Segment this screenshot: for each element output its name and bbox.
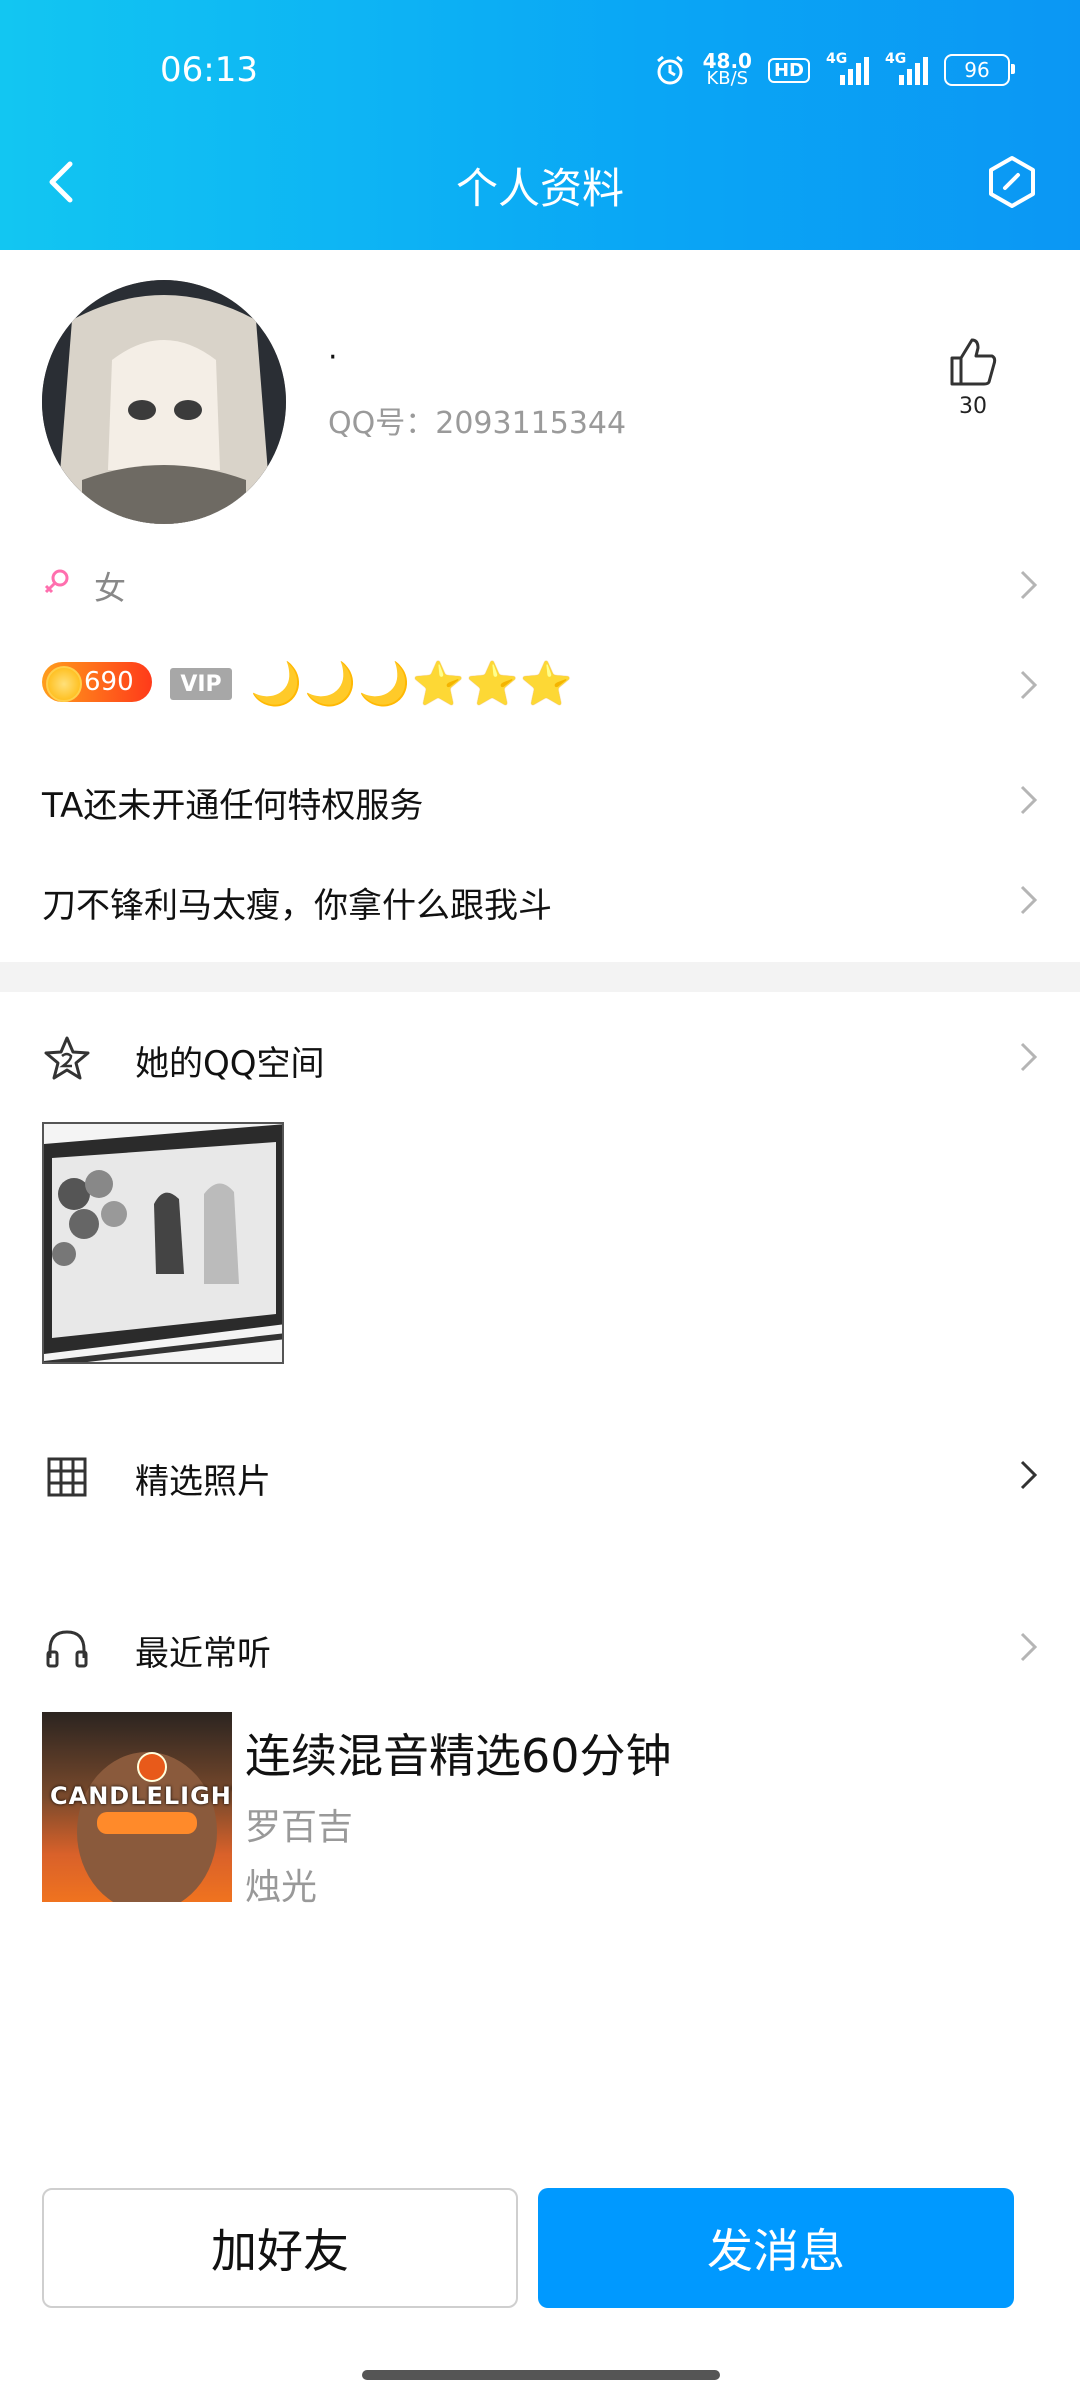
signal-icon-1: 4G [826,51,869,85]
status-icons: 48.0 KB/S HD 4G 4G 96 [653,48,1015,92]
privilege-row[interactable]: TA还未开通任何特权服务 [0,770,1080,830]
like-count: 30 [959,394,987,419]
alarm-icon [656,55,683,85]
speed-unit: KB/S [706,68,749,89]
level-row[interactable]: 690 VIP 🌙 🌙 🌙 ⭐ ⭐ ⭐ [0,650,1080,720]
vip-badge: VIP [170,668,232,700]
signal-icon-2: 4G [885,51,928,85]
qq-number: QQ号：2093115344 [328,406,627,441]
network-speed: 48.0 KB/S [703,51,752,89]
qzone-star-icon [44,1036,90,1080]
send-message-button[interactable]: 发消息 [538,2188,1014,2308]
home-indicator[interactable] [362,2370,720,2380]
female-icon [44,569,69,594]
qzone-photo-thumbnail[interactable] [42,1122,284,1364]
manga-image [44,1124,282,1362]
signature-row[interactable]: 刀不锋利马太瘦，你拿什么跟我斗 [0,870,1080,930]
star-icon: ⭐ [466,659,519,708]
moon-icon: 🌙 [358,659,411,708]
page-title: 个人资料 [455,164,624,213]
grid-icon [47,1457,87,1497]
add-friend-button[interactable]: 加好友 [42,2188,518,2308]
star-icon: ⭐ [520,659,573,708]
avatar-image [42,280,286,524]
moon-icon: 🌙 [304,659,357,708]
nickname: · [328,340,338,375]
level-icons: 🌙 🌙 🌙 ⭐ ⭐ ⭐ [250,656,573,712]
qzone-label: 她的QQ空间 [135,1044,325,1084]
battery-level: 96 [964,58,990,82]
thumbs-up-icon [950,338,997,386]
qzone-row[interactable]: 她的QQ空间 [0,1022,1080,1092]
section-divider [0,962,1080,992]
avatar[interactable] [42,280,286,524]
music-row[interactable]: 最近常听 [0,1612,1080,1682]
edit-settings-button[interactable] [984,152,1040,212]
song-album: 烛光 [245,1867,318,1908]
signature-text: 刀不锋利马太瘦，你拿什么跟我斗 [42,886,552,926]
music-label: 最近常听 [135,1634,271,1674]
chevron-right-icon [1018,668,1040,702]
song-artist: 罗百吉 [245,1807,354,1848]
header-bar: 06:13 48.0 KB/S HD 4G 4G 96 个人资料 [0,0,1080,250]
chevron-right-icon [1018,1458,1040,1492]
song-title[interactable]: 连续混音精选60分钟 [245,1720,672,1786]
network-type-1: 4G [826,51,848,67]
network-type-2: 4G [885,51,907,67]
gender-label: 女 [94,569,127,607]
album-art-text: CANDLELIGHT [50,1782,232,1810]
hexagon-edit-icon [989,156,1035,208]
qq-level-badge: 690 [42,662,152,702]
hd-badge: HD [767,57,810,83]
chevron-right-icon [1018,1040,1040,1074]
headphones-icon [46,1630,88,1668]
like-button[interactable]: 30 [940,336,1006,419]
photos-label: 精选照片 [135,1462,271,1502]
chevron-right-icon [1018,783,1040,817]
battery-icon: 96 [944,54,1015,86]
privilege-text: TA还未开通任何特权服务 [42,786,424,826]
star-icon: ⭐ [412,659,465,708]
chevron-right-icon [1018,1630,1040,1664]
status-time: 06:13 [160,50,258,90]
moon-icon: 🌙 [250,659,303,708]
chevron-right-icon [1018,883,1040,917]
sun-icon [46,666,82,702]
chevron-right-icon [1018,568,1040,602]
album-art[interactable]: CANDLELIGHT [42,1712,232,1902]
level-value: 690 [84,667,134,697]
photos-row[interactable]: 精选照片 [0,1440,1080,1510]
gender-row[interactable]: 女 [0,555,1080,615]
